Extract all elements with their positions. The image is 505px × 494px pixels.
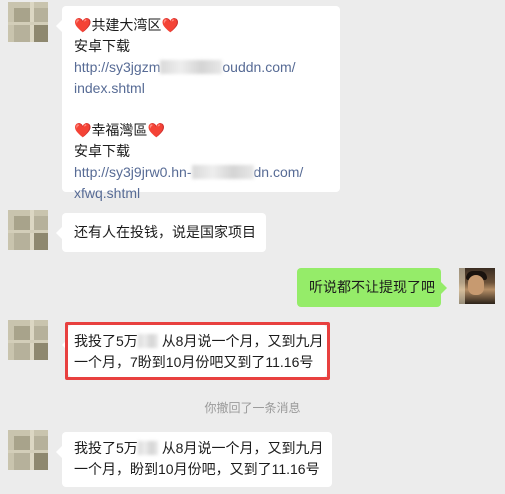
- avatar[interactable]: [8, 2, 48, 42]
- message-link[interactable]: http://sy3jgzm ouddn.com/: [74, 57, 328, 78]
- heart-icon: ❤️: [74, 17, 92, 33]
- message-link[interactable]: xfwq.shtml: [74, 183, 328, 204]
- avatar[interactable]: [8, 210, 48, 250]
- heart-icon: ❤️: [74, 122, 92, 138]
- message-link[interactable]: index.shtml: [74, 78, 328, 99]
- self-avatar[interactable]: [459, 268, 495, 304]
- redacted-blur: [137, 441, 158, 455]
- message-text: 听说都不让提现了吧: [309, 279, 435, 295]
- self-message-bubble[interactable]: 听说都不让提现了吧: [297, 268, 447, 307]
- message-line: ❤️幸福灣區❤️: [74, 122, 165, 138]
- message-line: ❤️共建大湾区❤️: [74, 17, 179, 33]
- message-line: 安卓下载: [74, 38, 130, 54]
- message-line: 一个月，盼到10月份吧，又到了11.16号: [74, 461, 320, 477]
- message-text: 还有人在投钱，说是国家项目: [74, 224, 256, 240]
- avatar[interactable]: [8, 320, 48, 360]
- heart-icon: ❤️: [147, 122, 165, 138]
- message-line: 我投了5万 从8月说一个月，又到九月: [74, 440, 324, 456]
- message-link[interactable]: http://sy3j9jrw0.hn-dn.com/: [74, 162, 328, 183]
- heart-icon: ❤️: [161, 17, 179, 33]
- recall-notice: 你撤回了一条消息: [204, 401, 301, 415]
- message-line: 安卓下载: [74, 143, 130, 159]
- avatar[interactable]: [8, 430, 48, 470]
- redacted-blur: [191, 165, 254, 179]
- message-bubble[interactable]: 还有人在投钱，说是国家项目: [56, 213, 266, 252]
- redacted-blur: [160, 60, 223, 74]
- message-bubble[interactable]: ❤️共建大湾区❤️ 安卓下载 http://sy3jgzm ouddn.com/ …: [56, 6, 340, 201]
- highlight-frame: [65, 322, 330, 380]
- message-bubble[interactable]: 我投了5万 从8月说一个月，又到九月 一个月，盼到10月份吧，又到了11.16号: [56, 432, 332, 487]
